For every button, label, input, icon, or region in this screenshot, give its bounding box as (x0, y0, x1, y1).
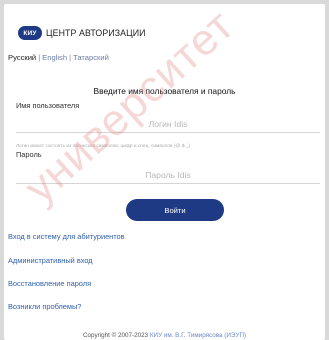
admin-login-link[interactable]: Административный вход (8, 256, 93, 265)
auth-card: КИУ ЦЕНТР АВТОРИЗАЦИИ Русский | English | Та… (4, 0, 325, 340)
lang-english[interactable]: English (42, 53, 67, 62)
language-switcher: Русский | English | Татарский (8, 53, 109, 62)
org-link[interactable]: КИУ им. В.Г. Тимирясова (ИЭУП) (150, 332, 246, 339)
lang-separator: | (38, 53, 41, 62)
lang-tatar[interactable]: Татарский (73, 53, 109, 62)
auth-center-title: ЦЕНТР АВТОРИЗАЦИИ (46, 28, 146, 38)
university-logo: КИУ (18, 26, 42, 40)
username-label: Имя пользователя (16, 101, 80, 110)
lang-russian[interactable]: Русский (8, 53, 36, 62)
form-title: Введите имя пользователя и пароль (93, 86, 236, 96)
password-recovery-link[interactable]: Восстановление пароля (8, 279, 91, 288)
login-button[interactable]: Войти (126, 199, 224, 221)
password-input[interactable] (16, 167, 320, 184)
header: КИУ ЦЕНТР АВТОРИЗАЦИИ (18, 25, 146, 41)
footer: Copyright © 2007-2023 КИУ им. В.Г. Тимир… (4, 332, 325, 339)
username-input[interactable] (16, 116, 320, 133)
applicant-login-link[interactable]: Вход в систему для абитуриентов (8, 232, 125, 241)
username-hint: Логин может состоять из латинских символ… (16, 144, 191, 149)
help-link[interactable]: Возникли проблемы? (8, 302, 81, 311)
password-label: Пароль (16, 150, 42, 159)
copyright-text: Copyright © 2007-2023 (82, 332, 149, 339)
lang-separator: | (69, 53, 72, 62)
